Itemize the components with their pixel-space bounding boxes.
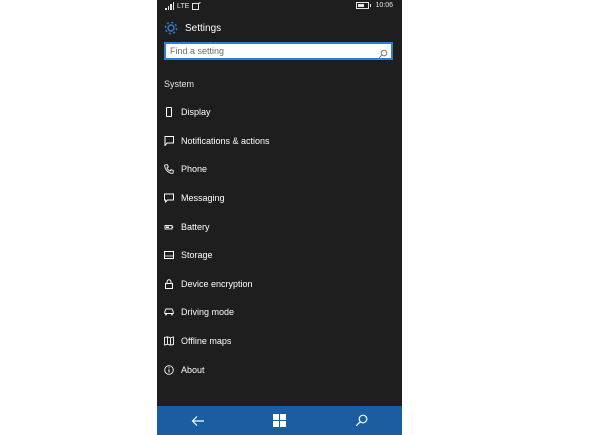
sim-icon xyxy=(192,2,202,10)
menu-item-label: Phone xyxy=(181,164,208,175)
menu-item-label: Battery xyxy=(181,221,210,232)
start-button[interactable] xyxy=(265,410,293,432)
menu-item-battery[interactable]: Battery xyxy=(157,212,402,241)
menu-item-label: Storage xyxy=(181,250,213,261)
info-icon xyxy=(164,364,174,375)
lock-icon xyxy=(164,279,174,289)
search-box[interactable] xyxy=(164,42,393,60)
search-icon[interactable] xyxy=(378,46,388,59)
menu-item-driving-mode[interactable]: Driving mode xyxy=(157,298,402,327)
back-arrow-icon xyxy=(191,415,204,426)
status-left: LTE xyxy=(165,2,202,10)
storage-icon xyxy=(164,250,174,260)
windows-logo-icon xyxy=(272,414,286,427)
menu-item-phone[interactable]: Phone xyxy=(157,155,402,184)
navigation-bar xyxy=(157,406,402,435)
menu-item-storage[interactable]: Storage xyxy=(157,241,402,270)
menu-item-offline-maps[interactable]: Offline maps xyxy=(157,327,402,356)
battery-status-icon xyxy=(356,2,372,9)
search-icon xyxy=(355,414,368,427)
phone-screen: LTE 10:06 Settings System xyxy=(157,0,402,435)
settings-header: Settings xyxy=(163,19,221,37)
display-icon xyxy=(164,107,174,118)
status-bar: LTE 10:06 xyxy=(157,0,402,14)
menu-item-label: Device encryption xyxy=(181,278,253,289)
network-type: LTE xyxy=(177,2,190,10)
menu-item-messaging[interactable]: Messaging xyxy=(157,184,402,213)
gear-icon xyxy=(164,21,178,35)
search-input[interactable] xyxy=(170,44,375,58)
signal-icon xyxy=(165,2,174,10)
menu-item-display[interactable]: Display xyxy=(157,98,402,127)
message-icon xyxy=(164,193,174,204)
notification-icon xyxy=(164,135,174,146)
menu-item-about[interactable]: About xyxy=(157,355,402,384)
section-heading: System xyxy=(164,79,195,89)
menu-item-label: About xyxy=(181,364,205,375)
search-button[interactable] xyxy=(347,410,375,432)
menu-item-device-encryption[interactable]: Device encryption xyxy=(157,270,402,299)
menu-item-label: Offline maps xyxy=(181,336,232,347)
clock: 10:06 xyxy=(375,2,393,9)
car-icon xyxy=(164,307,174,317)
settings-menu: Display Notifications & actions Phone Me… xyxy=(157,98,402,384)
menu-item-notifications[interactable]: Notifications & actions xyxy=(157,127,402,156)
page-title: Settings xyxy=(185,22,222,34)
menu-item-label: Driving mode xyxy=(181,307,235,318)
map-icon xyxy=(164,336,174,346)
phone-icon xyxy=(164,164,174,175)
back-button[interactable] xyxy=(184,410,212,432)
menu-item-label: Messaging xyxy=(181,193,225,204)
battery-icon xyxy=(164,222,174,232)
menu-item-label: Notifications & actions xyxy=(181,135,270,146)
menu-item-label: Display xyxy=(181,107,211,118)
status-right: 10:06 xyxy=(356,2,393,9)
